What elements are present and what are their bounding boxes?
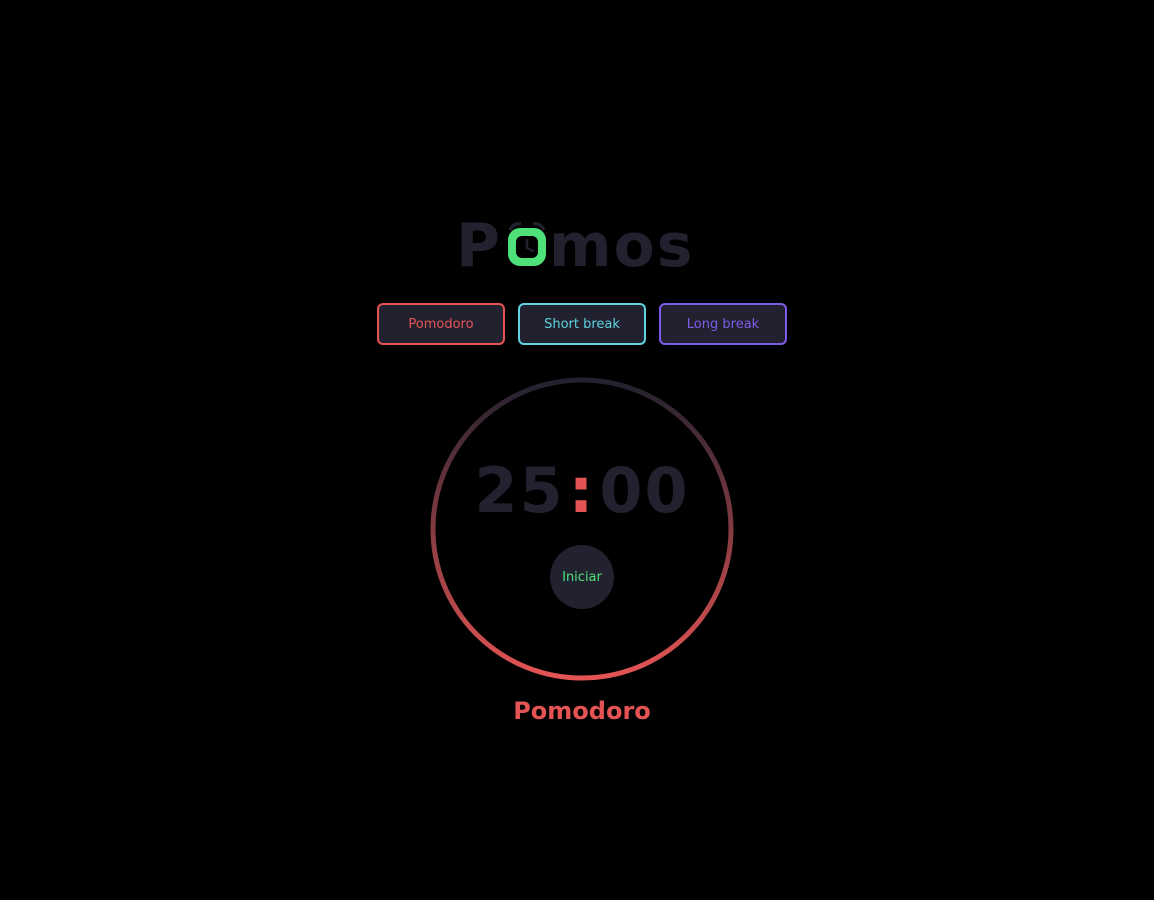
mode-selector: Pomodoro Short break Long break — [377, 303, 787, 345]
pomodoro-app: P mos Pomodoro Short break Long break 25… — [0, 0, 1154, 900]
logo-suffix: mos — [548, 211, 695, 281]
current-mode-label: Pomodoro — [513, 697, 651, 725]
timer-seconds: 00 — [599, 454, 690, 527]
timer-ring: 25:00 Iniciar — [429, 376, 735, 682]
mode-short-break-button[interactable]: Short break — [518, 303, 646, 345]
timer-minutes: 25 — [474, 454, 565, 527]
mode-long-break-button[interactable]: Long break — [659, 303, 787, 345]
time-display: 25:00 — [429, 456, 735, 526]
timer-separator: : — [568, 454, 596, 527]
app-logo: P mos — [456, 206, 716, 276]
mode-pomodoro-button[interactable]: Pomodoro — [377, 303, 505, 345]
progress-ring — [430, 377, 734, 681]
logo-prefix: P — [456, 211, 502, 281]
alarm-clock-icon — [504, 220, 546, 266]
start-button[interactable]: Iniciar — [550, 545, 614, 609]
